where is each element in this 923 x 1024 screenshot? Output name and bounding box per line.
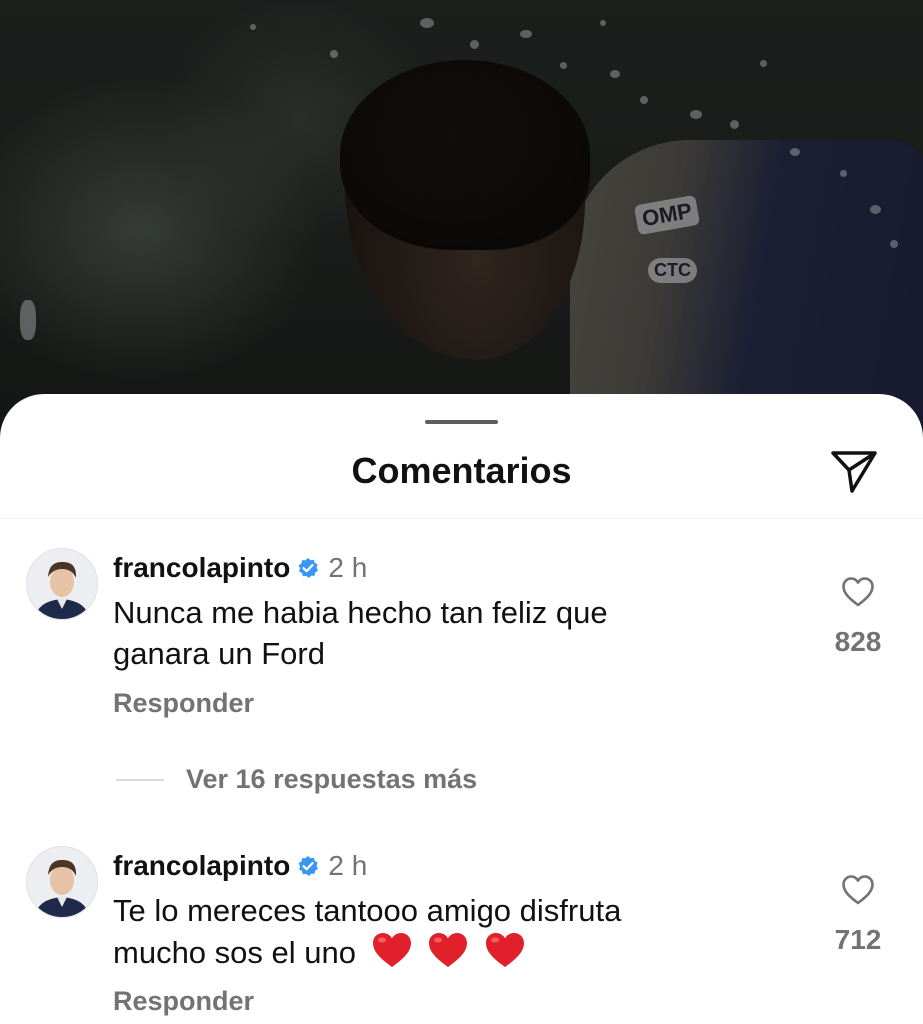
red-heart-emoji-icon	[371, 931, 413, 979]
red-heart-emoji-icon	[427, 931, 469, 979]
comment-time: 2 h	[328, 850, 368, 881]
replies-divider-line	[116, 778, 164, 781]
share-button[interactable]	[826, 446, 882, 498]
heart-outline-icon[interactable]	[841, 576, 875, 608]
comment-text-line: Te lo mereces tantooo amigo disfruta	[113, 893, 622, 928]
avatar[interactable]	[26, 846, 98, 918]
comment-text: Te lo mereces tantooo amigo disfruta muc…	[113, 890, 763, 979]
reply-button[interactable]: Responder	[113, 688, 254, 719]
comment-text-line: Nunca me habia hecho tan feliz que	[113, 595, 608, 630]
sheet-grabber[interactable]	[425, 420, 498, 424]
comment-header: francolapinto 2 h	[113, 550, 367, 586]
view-replies-button[interactable]: Ver 16 respuestas más	[116, 764, 477, 795]
header-divider	[0, 518, 923, 519]
like-control: 828	[823, 576, 893, 658]
reply-button[interactable]: Responder	[113, 986, 254, 1017]
like-control: 712	[823, 874, 893, 956]
comment-time: 2 h	[328, 552, 368, 583]
comment-text-line-with-emoji: mucho sos el uno	[113, 931, 763, 979]
username[interactable]: francolapinto	[113, 552, 290, 584]
verified-badge-icon	[297, 557, 319, 579]
sheet-title: Comentarios	[351, 450, 572, 491]
verified-badge-icon	[297, 855, 319, 877]
comment-text: Nunca me habia hecho tan feliz que ganar…	[113, 592, 763, 674]
red-heart-emoji-icon	[484, 931, 526, 979]
comment-text-line: mucho sos el uno	[113, 935, 356, 970]
comment-header: francolapinto 2 h	[113, 848, 367, 884]
screen: OMP CTC Comentarios francolapinto 2 h Nu…	[0, 0, 923, 1024]
username[interactable]: francolapinto	[113, 850, 290, 882]
like-count: 828	[834, 626, 882, 657]
avatar[interactable]	[26, 548, 98, 620]
comment-text-line: ganara un Ford	[113, 636, 325, 671]
avatar-portrait	[27, 549, 97, 619]
view-replies-label: Ver 16 respuestas más	[186, 764, 478, 794]
paper-plane-icon	[831, 451, 877, 493]
like-count: 712	[834, 924, 882, 955]
heart-outline-icon[interactable]	[841, 874, 875, 906]
avatar-portrait	[27, 847, 97, 917]
comments-sheet: Comentarios francolapinto 2 h Nunca me h…	[0, 394, 923, 1024]
